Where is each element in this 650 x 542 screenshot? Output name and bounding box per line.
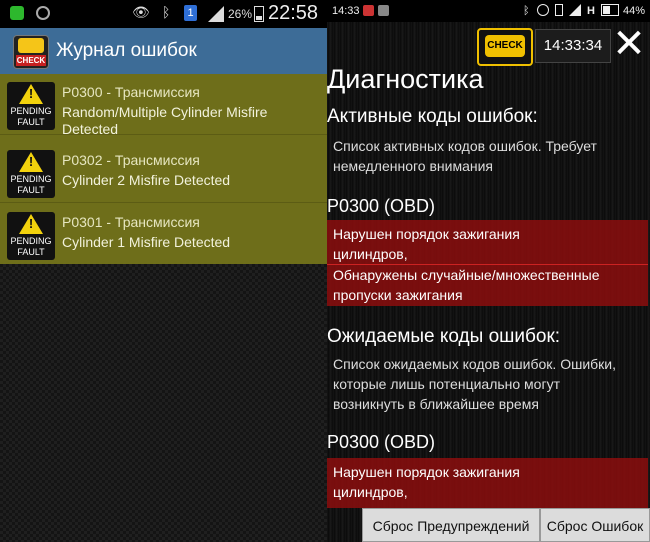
check-engine-button[interactable]: CHECK: [477, 28, 533, 66]
fault-description: Cylinder 1 Misfire Detected: [62, 234, 231, 250]
pending-codes-description: Список ожидаемых кодов ошибок. Ошибки, к…: [333, 356, 616, 412]
fault-list: ! PENDING FAULT P0300 - Трансмиссия Rando…: [0, 74, 327, 264]
vpn-icon: [36, 6, 50, 20]
pending-fault-icon: ! PENDING FAULT: [7, 212, 55, 260]
pending-code-details[interactable]: Нарушен порядок зажигания цилиндров,: [327, 458, 648, 508]
active-codes-header: Активные коды ошибок:: [327, 106, 538, 127]
fault-item[interactable]: ! PENDING FAULT P0301 - Трансмиссия Cylin…: [0, 204, 327, 264]
check-engine-icon: CHECK: [485, 35, 525, 57]
active-codes-description: Список активных кодов ошибок. Требует не…: [333, 138, 597, 174]
clock-display: 14:33:34: [535, 29, 611, 63]
fault-code: P0301 - Трансмиссия: [62, 214, 200, 230]
bottom-button-bar: Сброс Предупреждений Сброс Ошибок: [362, 508, 650, 542]
fault-description-2: Detected: [62, 121, 119, 137]
status-time: 14:33: [332, 5, 360, 17]
status-bar: 14:33 ᛒ H 44%: [327, 0, 650, 22]
bluetooth-icon: ᛒ: [523, 5, 530, 17]
pending-codes-header: Ожидаемые коды ошибок:: [327, 326, 561, 347]
pending-code-title: P0300 (OBD): [327, 432, 436, 452]
sim-number: 1: [187, 7, 194, 19]
nfc-icon: [537, 4, 549, 16]
fault-item[interactable]: ! PENDING FAULT P0300 - Трансмиссия Rando…: [0, 74, 327, 137]
diagnostics-screen: 14:33 ᛒ H 44% CHECK 14:33:34 ✕ Диагности…: [327, 0, 650, 542]
green-shield-icon: [10, 6, 24, 20]
battery-icon: [601, 4, 619, 16]
fault-description: Cylinder 2 Misfire Detected: [62, 172, 231, 188]
battery-percent: 26%: [228, 7, 253, 21]
battery-percent: 44%: [623, 5, 646, 17]
battery-icon: [254, 6, 264, 22]
eye-icon: 👁: [132, 4, 150, 20]
fault-item[interactable]: ! PENDING FAULT P0302 - Трансмиссия Cylin…: [0, 142, 327, 203]
reset-warnings-button[interactable]: Сброс Предупреждений: [362, 508, 540, 542]
status-time: 22:58: [268, 2, 319, 24]
vibrate-icon: [555, 4, 563, 16]
fault-log-screen: 👁 ᛒ 1 26% 22:58 CHECK Журнал ошибок ! PE…: [0, 0, 327, 542]
pending-fault-icon: ! PENDING FAULT: [7, 82, 55, 130]
fault-code: P0300 - Трансмиссия: [62, 84, 200, 100]
bluetooth-icon: ᛒ: [162, 4, 171, 20]
sim-icon: 1: [184, 5, 197, 21]
page-title: Журнал ошибок: [56, 40, 197, 61]
network-type: H: [587, 5, 595, 17]
action-bar: CHECK Журнал ошибок: [0, 28, 327, 74]
play-icon: [378, 5, 389, 16]
fault-code: P0302 - Трансмиссия: [62, 152, 200, 168]
pending-fault-icon: ! PENDING FAULT: [7, 150, 55, 198]
status-bar: 👁 ᛒ 1 26% 22:58: [0, 0, 327, 28]
signal-icon: [208, 6, 224, 22]
active-code-title: P0300 (OBD): [327, 196, 436, 216]
fault-description: Random/Multiple Cylinder Misfire: [62, 104, 268, 120]
obd-car-icon[interactable]: CHECK: [13, 35, 49, 69]
signal-icon: [569, 4, 581, 19]
message-icon: [363, 5, 374, 16]
reset-errors-button[interactable]: Сброс Ошибок: [540, 508, 650, 542]
active-code-details[interactable]: Нарушен порядок зажигания цилиндров, Обн…: [327, 220, 648, 306]
page-title: Диагностика: [327, 64, 484, 94]
close-icon[interactable]: ✕: [611, 24, 647, 64]
